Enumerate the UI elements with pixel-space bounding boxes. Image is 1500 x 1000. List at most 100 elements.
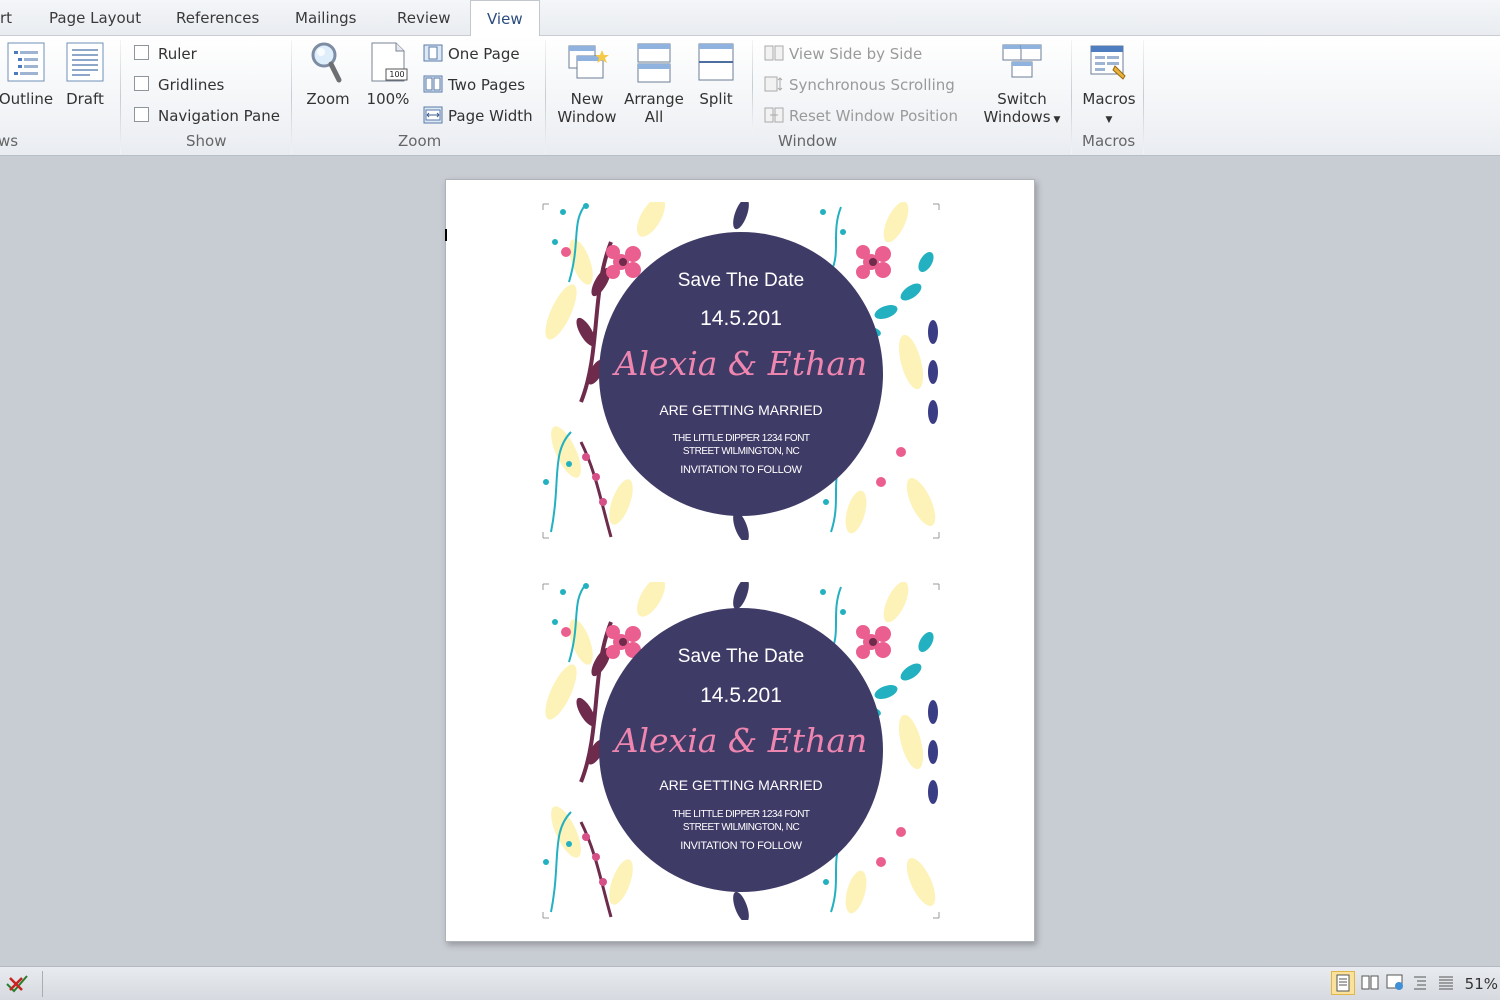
arrange-all-label-2: All <box>644 108 664 126</box>
group-separator <box>120 40 121 154</box>
gridlines-checkbox[interactable]: Gridlines <box>134 72 224 98</box>
views-group-label: ws <box>0 132 19 150</box>
status-separator <box>42 971 43 997</box>
switch-windows-label-2: Windows <box>983 108 1051 126</box>
zoom-level[interactable]: 51% <box>1465 967 1500 1000</box>
full-screen-reading-icon[interactable] <box>1359 971 1383 995</box>
gridlines-label: Gridlines <box>158 76 225 94</box>
zoom-100-button[interactable]: 100 100% <box>364 40 412 108</box>
tab-insert[interactable]: rt <box>0 0 18 36</box>
synchronous-scrolling-label: Synchronous Scrolling <box>789 76 955 94</box>
switch-windows-button[interactable]: Switch Windows ▼ <box>978 40 1066 129</box>
outline-view-icon <box>4 40 48 84</box>
macros-icon <box>1087 40 1131 84</box>
dropdown-arrow-icon: ▼ <box>1105 115 1113 125</box>
arrange-all-label-1: Arrange <box>624 90 684 108</box>
inner-separator <box>752 40 753 132</box>
hundred-badge: 100 <box>389 70 405 79</box>
ruler-label: Ruler <box>158 45 197 63</box>
split-button[interactable]: Split <box>694 40 738 108</box>
window-group-label: Window <box>778 132 838 150</box>
new-window-button[interactable]: New Window <box>553 40 621 126</box>
reset-window-position-label: Reset Window Position <box>789 107 958 125</box>
synchronous-scrolling-button[interactable]: Synchronous Scrolling <box>764 72 955 98</box>
one-page-label: One Page <box>448 45 520 63</box>
one-page-button[interactable]: One Page <box>423 41 520 67</box>
draft-view-status-icon[interactable] <box>1435 971 1459 995</box>
card-names: Alexia & Ethan <box>614 721 868 760</box>
navigation-pane-checkbox[interactable]: Navigation Pane <box>134 103 280 129</box>
macros-group-label: Macros <box>1082 132 1136 150</box>
two-pages-button[interactable]: Two Pages <box>423 72 525 98</box>
two-pages-label: Two Pages <box>448 76 526 94</box>
reset-window-position-button[interactable]: Reset Window Position <box>764 103 958 129</box>
tab-mailings[interactable]: Mailings <box>289 0 362 36</box>
ribbon-view: Outline Draft ws Ruler Gridlines Navigat… <box>0 36 1500 156</box>
two-pages-icon <box>423 75 443 93</box>
new-window-icon <box>565 40 609 84</box>
ribbon-tabs: rt Page Layout References Mailings Revie… <box>0 0 1500 37</box>
card-address-line1: THE LITTLE DIPPER 1234 FONT <box>672 433 810 444</box>
print-layout-view-icon[interactable] <box>1331 971 1355 995</box>
macros-label: Macros <box>1082 90 1136 108</box>
page-width-button[interactable]: Page Width <box>423 103 533 129</box>
tab-references[interactable]: References <box>170 0 265 36</box>
arrange-all-icon <box>632 40 676 84</box>
navigation-pane-label: Navigation Pane <box>158 107 280 125</box>
zoom-group-label: Zoom <box>398 132 442 150</box>
new-window-label-2: Window <box>557 108 617 126</box>
macros-button[interactable]: Macros ▼ <box>1080 40 1138 129</box>
status-bar: 51% <box>0 966 1500 1000</box>
group-separator <box>1143 40 1144 154</box>
tab-page-layout[interactable]: Page Layout <box>43 0 147 36</box>
save-the-date-card[interactable]: Save The Date 14.5.201 Alexia & Ethan AR… <box>541 582 941 920</box>
navigation-pane-check-box[interactable] <box>134 107 149 122</box>
magnifier-icon <box>306 40 350 84</box>
outline-label: Outline <box>0 90 54 108</box>
card-note: INVITATION TO FOLLOW <box>680 840 802 852</box>
outline-button[interactable]: Outline <box>0 40 56 108</box>
page-width-icon <box>423 106 443 124</box>
switch-windows-icon <box>1000 40 1044 84</box>
zoom-label: Zoom <box>306 90 350 108</box>
card-address-line2: STREET WILMINGTON, NC <box>682 446 800 457</box>
split-window-icon <box>694 40 738 84</box>
one-page-icon <box>423 44 443 62</box>
proofing-icon[interactable] <box>4 972 30 1000</box>
tab-review[interactable]: Review <box>391 0 457 36</box>
view-side-by-side-label: View Side by Side <box>789 45 923 63</box>
zoom-button[interactable]: Zoom <box>302 40 354 108</box>
reset-window-position-icon <box>764 106 784 124</box>
group-separator <box>291 40 292 154</box>
ruler-check-box[interactable] <box>134 45 149 60</box>
card-title: Save The Date <box>677 270 805 291</box>
page-100-icon: 100 <box>366 40 410 84</box>
document-page[interactable]: Save The Date 14.5.201 Alexia & Ethan AR… <box>445 179 1035 942</box>
web-layout-icon[interactable] <box>1384 971 1408 995</box>
card-names: Alexia & Ethan <box>614 344 868 383</box>
card-address-line2: STREET WILMINGTON, NC <box>682 822 800 833</box>
draft-view-icon <box>63 40 107 84</box>
draft-label: Draft <box>66 90 104 108</box>
card-announcement: ARE GETTING MARRIED <box>659 777 823 793</box>
synchronous-scrolling-icon <box>764 75 784 93</box>
gridlines-check-box[interactable] <box>134 76 149 91</box>
save-the-date-card[interactable]: Save The Date 14.5.201 Alexia & Ethan AR… <box>541 202 941 540</box>
draft-button[interactable]: Draft <box>62 40 108 108</box>
card-note: INVITATION TO FOLLOW <box>680 464 802 476</box>
tab-view[interactable]: View <box>470 0 540 37</box>
card-date: 14.5.201 <box>700 684 782 707</box>
show-group-label: Show <box>186 132 227 150</box>
switch-windows-label-1: Switch <box>997 90 1047 108</box>
page-width-label: Page Width <box>448 107 533 125</box>
ruler-checkbox[interactable]: Ruler <box>134 41 197 67</box>
dropdown-arrow-icon: ▼ <box>1053 115 1061 125</box>
new-window-label-1: New <box>570 90 604 108</box>
arrange-all-button[interactable]: Arrange All <box>622 40 686 126</box>
card-announcement: ARE GETTING MARRIED <box>659 402 823 418</box>
view-side-by-side-button[interactable]: View Side by Side <box>764 41 922 67</box>
card-title: Save The Date <box>677 646 805 667</box>
group-separator <box>545 40 546 154</box>
outline-view-status-icon[interactable] <box>1409 971 1433 995</box>
side-by-side-icon <box>764 44 784 62</box>
